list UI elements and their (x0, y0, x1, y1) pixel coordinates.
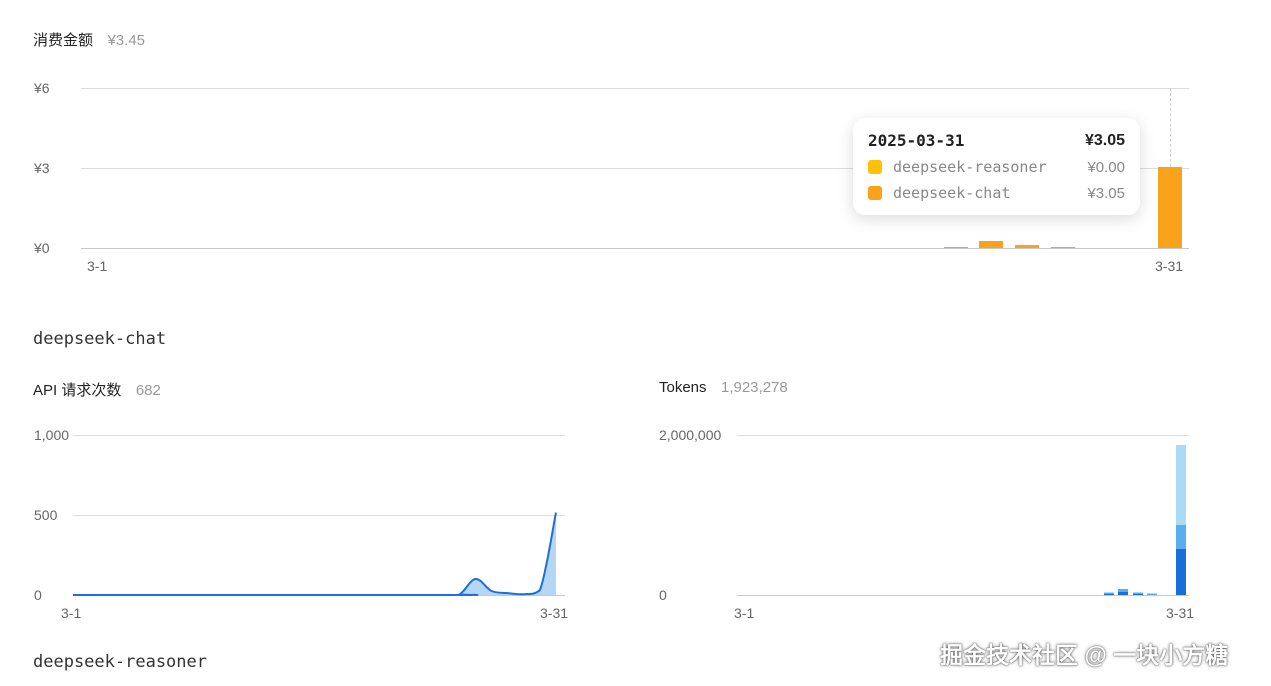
token-bar-segment[interactable] (1103, 592, 1114, 593)
tokens-header: Tokens 1,923,278 (659, 379, 788, 397)
token-bar-segment[interactable] (1176, 591, 1186, 595)
token-bar-segment[interactable] (1132, 594, 1143, 595)
chart-tooltip: 2025-03-31 ¥3.05 deepseek-reasoner ¥0.00… (853, 118, 1140, 215)
cost-bar[interactable] (979, 240, 1004, 248)
token-bar-segment[interactable] (1176, 444, 1186, 525)
tooltip-total: ¥3.05 (1084, 131, 1125, 149)
token-bar-segment[interactable] (1118, 589, 1128, 592)
cost-x-tick: 3-31 (1155, 258, 1184, 274)
cost-bar[interactable] (1158, 166, 1182, 248)
tooltip-series-value: ¥0.00 (1087, 158, 1125, 176)
requests-x-tick: 3-31 (540, 605, 569, 621)
requests-line (73, 512, 557, 597)
legend-swatch-reasoner (868, 160, 882, 174)
token-bar-segment[interactable] (1132, 593, 1143, 594)
tooltip-row: deepseek-reasoner ¥0.00 (868, 158, 1125, 176)
tokens-gridline (737, 435, 1189, 436)
token-bar-segment[interactable] (1147, 593, 1157, 594)
tooltip-series-name: deepseek-chat (893, 184, 1011, 202)
tokens-x-tick: 3-31 (1166, 605, 1195, 621)
cost-bar[interactable] (1015, 245, 1040, 248)
requests-x-tick: 3-1 (61, 605, 82, 621)
token-bar-segment[interactable] (1103, 593, 1114, 594)
tokens-value: 1,923,278 (720, 379, 788, 396)
tooltip-series-value: ¥3.05 (1087, 184, 1125, 202)
tokens-x-axis (737, 595, 1189, 596)
token-bar-segment[interactable] (1103, 594, 1114, 595)
token-bar-segment[interactable] (1176, 548, 1186, 592)
tokens-label: Tokens (659, 379, 707, 396)
cost-bar[interactable] (943, 246, 968, 248)
tokens-y-tick: 2,000,000 (659, 427, 722, 443)
legend-swatch-chat (868, 186, 882, 200)
token-bar-segment[interactable] (1147, 594, 1157, 595)
watermark: 掘金技术社区 @ 一块小方糖 (940, 642, 1229, 668)
section-title-reasoner: deepseek-reasoner (33, 652, 207, 672)
cost-bar[interactable] (1050, 246, 1075, 248)
tokens-x-tick: 3-1 (734, 605, 755, 621)
requests-line-svg[interactable] (0, 0, 600, 620)
tooltip-series-name: deepseek-reasoner (893, 158, 1047, 176)
token-bar-segment[interactable] (1176, 524, 1186, 549)
tokens-y-tick: 0 (659, 587, 667, 603)
tooltip-date: 2025-03-31 (868, 131, 965, 150)
token-bar-segment[interactable] (1118, 591, 1128, 595)
token-bar-segment[interactable] (1132, 592, 1143, 593)
tooltip-row: deepseek-chat ¥3.05 (868, 184, 1125, 202)
